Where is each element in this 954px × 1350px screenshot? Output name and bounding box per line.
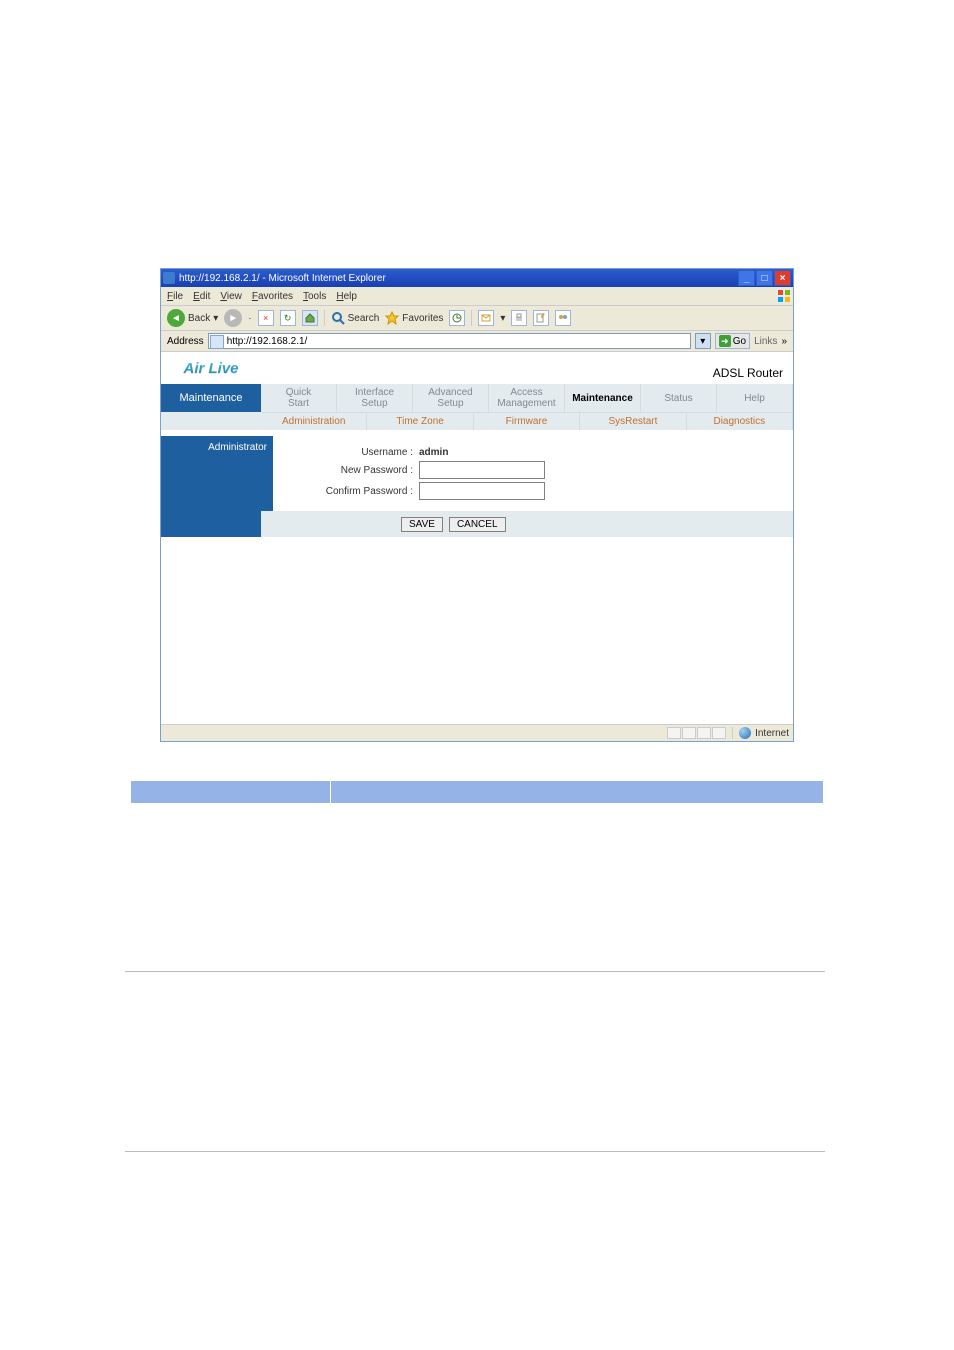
address-bar: Address ▾ ➜ Go Links » <box>161 331 793 352</box>
menu-bar: File Edit View Favorites Tools Help <box>161 287 793 306</box>
tab-interface-setup[interactable]: Interface Setup <box>337 384 413 412</box>
stop-button[interactable]: × <box>258 310 274 326</box>
save-button[interactable]: SAVE <box>401 517 443 532</box>
subtab-administration[interactable]: Administration <box>261 413 367 430</box>
page-content: Air Live ADSL Router Maintenance Quick S… <box>161 352 793 724</box>
address-input[interactable] <box>208 333 691 349</box>
back-icon: ◄ <box>167 309 185 327</box>
tab-status[interactable]: Status <box>641 384 717 412</box>
status-zone: Internet <box>755 728 789 739</box>
table-header-cell <box>331 781 824 804</box>
mail-button[interactable] <box>478 310 494 326</box>
chevron-right-icon[interactable]: » <box>781 336 787 347</box>
home-icon <box>305 313 315 323</box>
star-icon <box>385 311 399 325</box>
sub-tabs: Administration Time Zone Firmware SysRes… <box>261 412 793 430</box>
separator: · <box>248 313 251 324</box>
print-icon <box>514 313 524 323</box>
edit-button[interactable] <box>533 310 549 326</box>
confirm-password-input[interactable] <box>419 482 545 500</box>
print-button[interactable] <box>511 310 527 326</box>
browser-window: http://192.168.2.1/ - Microsoft Internet… <box>160 268 794 742</box>
history-icon <box>452 313 462 323</box>
main-tabs: Quick Start Interface Setup Advanced Set… <box>261 384 793 412</box>
chevron-down-icon[interactable]: ▾ <box>500 313 505 324</box>
edit-icon <box>536 313 546 323</box>
address-dropdown-icon[interactable]: ▾ <box>695 333 711 349</box>
discuss-icon <box>558 313 568 323</box>
cancel-button[interactable]: CANCEL <box>449 517 506 532</box>
home-button[interactable] <box>302 310 318 326</box>
menu-edit[interactable]: Edit <box>193 291 210 302</box>
browser-toolbar: ◄ Back ▾ ► · × ↻ Search Favorites <box>161 306 793 331</box>
search-button[interactable]: Search <box>331 311 380 325</box>
window-titlebar: http://192.168.2.1/ - Microsoft Internet… <box>161 269 793 287</box>
windows-logo-icon <box>777 289 791 303</box>
go-arrow-icon: ➜ <box>719 335 731 347</box>
page-icon <box>210 335 224 349</box>
ie-icon <box>163 272 175 284</box>
go-button[interactable]: ➜ Go <box>715 333 750 349</box>
separator <box>324 310 325 326</box>
username-value: admin <box>419 447 448 458</box>
chevron-down-icon: ▾ <box>213 313 218 324</box>
subtab-diagnostics[interactable]: Diagnostics <box>687 413 793 430</box>
subtab-sysrestart[interactable]: SysRestart <box>580 413 686 430</box>
discuss-button[interactable] <box>555 310 571 326</box>
history-button[interactable] <box>449 310 465 326</box>
menu-help[interactable]: Help <box>336 291 357 302</box>
brand-logo: Air Live <box>161 352 261 384</box>
menu-tools[interactable]: Tools <box>303 291 326 302</box>
section-title: Maintenance <box>161 384 261 412</box>
status-bar: Internet <box>161 724 793 741</box>
menu-file[interactable]: File <box>167 291 183 302</box>
links-label[interactable]: Links <box>754 336 777 347</box>
doc-table <box>130 780 824 886</box>
username-label: Username : <box>293 447 419 458</box>
tab-advanced-setup[interactable]: Advanced Setup <box>413 384 489 412</box>
back-button[interactable]: ◄ Back ▾ <box>167 309 218 327</box>
panel-title: Administrator <box>161 436 273 511</box>
admin-form: Username : admin New Password : Confirm … <box>273 436 793 511</box>
forward-button[interactable]: ► <box>224 309 242 327</box>
tab-access-management[interactable]: Access Management <box>489 384 565 412</box>
tab-maintenance[interactable]: Maintenance <box>565 384 641 412</box>
subtab-firmware[interactable]: Firmware <box>474 413 580 430</box>
table-header-cell <box>131 781 331 804</box>
minimize-button[interactable]: _ <box>738 270 755 286</box>
tab-quick-start[interactable]: Quick Start <box>261 384 337 412</box>
new-password-input[interactable] <box>419 461 545 479</box>
close-button[interactable]: × <box>774 270 791 286</box>
horizontal-rule <box>125 971 825 972</box>
horizontal-rule <box>125 1151 825 1152</box>
maximize-button[interactable]: □ <box>756 270 773 286</box>
product-name: ADSL Router <box>261 352 793 384</box>
confirm-password-label: Confirm Password : <box>293 486 419 497</box>
tab-help[interactable]: Help <box>717 384 793 412</box>
search-icon <box>331 311 345 325</box>
favorites-button[interactable]: Favorites <box>385 311 443 325</box>
refresh-button[interactable]: ↻ <box>280 310 296 326</box>
menu-favorites[interactable]: Favorites <box>252 291 293 302</box>
menu-view[interactable]: View <box>220 291 242 302</box>
window-title: http://192.168.2.1/ - Microsoft Internet… <box>179 273 386 284</box>
status-segments <box>667 727 726 739</box>
new-password-label: New Password : <box>293 465 419 476</box>
separator <box>471 310 472 326</box>
internet-zone-icon <box>739 727 751 739</box>
mail-icon <box>481 313 491 323</box>
subtab-time-zone[interactable]: Time Zone <box>367 413 473 430</box>
address-label: Address <box>167 336 204 347</box>
